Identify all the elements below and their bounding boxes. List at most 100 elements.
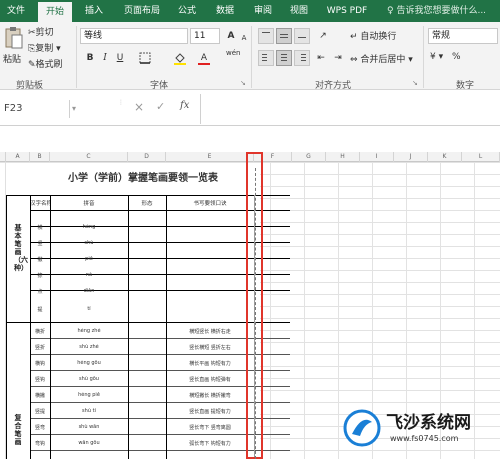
tab-insert[interactable]: 插入	[78, 0, 110, 22]
section-label-compound[interactable]: 复合笔画	[14, 414, 22, 446]
table-cell[interactable]: piě	[50, 256, 128, 262]
column-header[interactable]: E	[166, 152, 254, 162]
borders-button[interactable]	[137, 51, 153, 65]
column-header[interactable]: G	[292, 152, 326, 162]
font-color-button[interactable]: A	[196, 51, 212, 65]
shrink-font-button[interactable]: A	[237, 31, 251, 45]
table-cell[interactable]: 横折	[30, 328, 50, 335]
column-header[interactable]: K	[428, 152, 462, 162]
table-cell[interactable]: 竖弯	[30, 424, 50, 431]
column-header[interactable]: J	[394, 152, 428, 162]
table-cell[interactable]: 捺	[30, 272, 50, 279]
sheet-title[interactable]: 小学（学前）掌握笔画要领一览表	[40, 170, 246, 188]
table-cell[interactable]: héng	[50, 224, 128, 230]
table-cell[interactable]: 横短竖长 横折右走	[166, 328, 254, 335]
table-cell[interactable]: shù gōu	[50, 376, 128, 382]
table-cell[interactable]: 横撇	[30, 392, 50, 399]
wrap-text-button[interactable]: ↵ 自动换行	[350, 29, 396, 42]
cut-button[interactable]: ✂剪切	[28, 25, 54, 38]
align-center-button[interactable]	[276, 50, 292, 66]
table-cell[interactable]: 横钩	[30, 360, 50, 367]
table-cell[interactable]: 竖钩	[30, 376, 50, 383]
confirm-edit-button[interactable]: ✓	[156, 100, 165, 113]
phonetic-guide-button[interactable]: wén	[226, 49, 240, 57]
orientation-button[interactable]: ↗	[316, 29, 330, 43]
align-right-button[interactable]	[294, 50, 310, 66]
tell-me-search[interactable]: ♀ 告诉我您想要做什么...	[387, 0, 486, 22]
table-cell[interactable]: wān gōu	[50, 440, 128, 446]
table-cell[interactable]: shù	[50, 240, 128, 246]
tab-formulas[interactable]: 公式	[172, 0, 202, 22]
align-middle-button[interactable]	[276, 28, 292, 44]
paste-icon[interactable]	[4, 26, 24, 50]
increase-indent-button[interactable]: ⇥	[331, 51, 345, 65]
table-cell[interactable]: 横短撇长 横折撇弯	[166, 392, 254, 399]
table-cell[interactable]: tí	[50, 306, 128, 312]
column-header[interactable]: D	[128, 152, 166, 162]
number-format-select[interactable]: 常规	[428, 28, 498, 44]
table-cell[interactable]: shù tí	[50, 408, 128, 414]
align-bottom-button[interactable]	[294, 28, 310, 44]
table-header[interactable]: 形态	[128, 199, 166, 207]
paste-button[interactable]: 粘贴	[3, 52, 21, 65]
name-box-dropdown-icon[interactable]: ▾	[72, 104, 76, 113]
font-size-select[interactable]: 11	[190, 28, 220, 44]
font-name-select[interactable]: 等线	[80, 28, 188, 44]
table-cell[interactable]: héng piě	[50, 392, 128, 398]
column-header[interactable]: C	[50, 152, 128, 162]
name-box[interactable]: F23	[0, 100, 70, 118]
table-cell[interactable]: 竖长横短 竖折左右	[166, 344, 254, 351]
bold-button[interactable]: B	[83, 51, 97, 65]
column-header[interactable]: I	[360, 152, 394, 162]
align-left-button[interactable]	[258, 50, 274, 66]
table-cell[interactable]: 竖提	[30, 408, 50, 415]
table-cell[interactable]: 竖	[30, 240, 50, 247]
table-cell[interactable]: 横长平画 钩短有力	[166, 360, 254, 367]
table-cell[interactable]: 提	[30, 306, 50, 313]
table-cell[interactable]: 横	[30, 224, 50, 231]
tab-file[interactable]: 文件	[2, 0, 30, 22]
format-painter-button[interactable]: ✎格式刷	[28, 57, 63, 70]
tab-wps-pdf[interactable]: WPS PDF	[322, 0, 372, 22]
table-cell[interactable]: 竖长直画 提短有力	[166, 408, 254, 415]
table-cell[interactable]: 竖长弯下 竖弯离圆	[166, 424, 254, 431]
align-top-button[interactable]	[258, 28, 274, 44]
column-header[interactable]: H	[326, 152, 360, 162]
font-dialog-launcher-icon[interactable]: ↘	[240, 79, 246, 87]
percent-style-button[interactable]: %	[452, 52, 461, 62]
copy-button[interactable]: ⎘复制 ▾	[28, 41, 61, 54]
table-cell[interactable]: héng zhé	[50, 328, 128, 334]
table-cell[interactable]: 竖折	[30, 344, 50, 351]
table-cell[interactable]: 弯钩	[30, 440, 50, 447]
cancel-edit-button[interactable]: ×	[134, 100, 144, 114]
table-header[interactable]: 汉字名称	[30, 199, 50, 207]
tab-page-layout[interactable]: 页面布局	[117, 0, 167, 22]
formula-input[interactable]	[200, 94, 500, 124]
section-label-basic[interactable]: 基本笔画（六种）	[14, 224, 28, 272]
accounting-format-button[interactable]: ¥ ▾	[430, 52, 443, 62]
tab-view[interactable]: 视图	[284, 0, 314, 22]
grow-font-button[interactable]: A	[224, 29, 238, 43]
insert-function-button[interactable]: fx	[180, 100, 189, 111]
alignment-dialog-launcher-icon[interactable]: ↘	[412, 79, 418, 87]
column-header[interactable]: L	[462, 152, 500, 162]
table-cell[interactable]: 点	[30, 288, 50, 295]
table-cell[interactable]: nà	[50, 272, 128, 278]
table-cell[interactable]: 竖长直画 钩短弹有	[166, 376, 254, 383]
merge-center-button[interactable]: ⇔ 合并后居中 ▾	[350, 52, 413, 65]
underline-button[interactable]: U	[113, 51, 127, 65]
column-header[interactable]: B	[30, 152, 50, 162]
tab-data[interactable]: 数据	[210, 0, 240, 22]
table-cell[interactable]: 撇	[30, 256, 50, 263]
column-header[interactable]: A	[6, 152, 30, 162]
italic-button[interactable]: I	[98, 51, 112, 65]
tab-review[interactable]: 审阅	[248, 0, 278, 22]
table-cell[interactable]: shù wān	[50, 424, 128, 430]
tab-home[interactable]: 开始	[38, 2, 72, 22]
table-cell[interactable]: diǎn	[50, 288, 128, 294]
formula-bar-grip-icon[interactable]: ⋮	[118, 100, 124, 106]
fill-color-button[interactable]	[172, 51, 188, 65]
table-header[interactable]: 拼音	[50, 199, 128, 207]
decrease-indent-button[interactable]: ⇤	[314, 51, 328, 65]
table-cell[interactable]: shù zhé	[50, 344, 128, 350]
